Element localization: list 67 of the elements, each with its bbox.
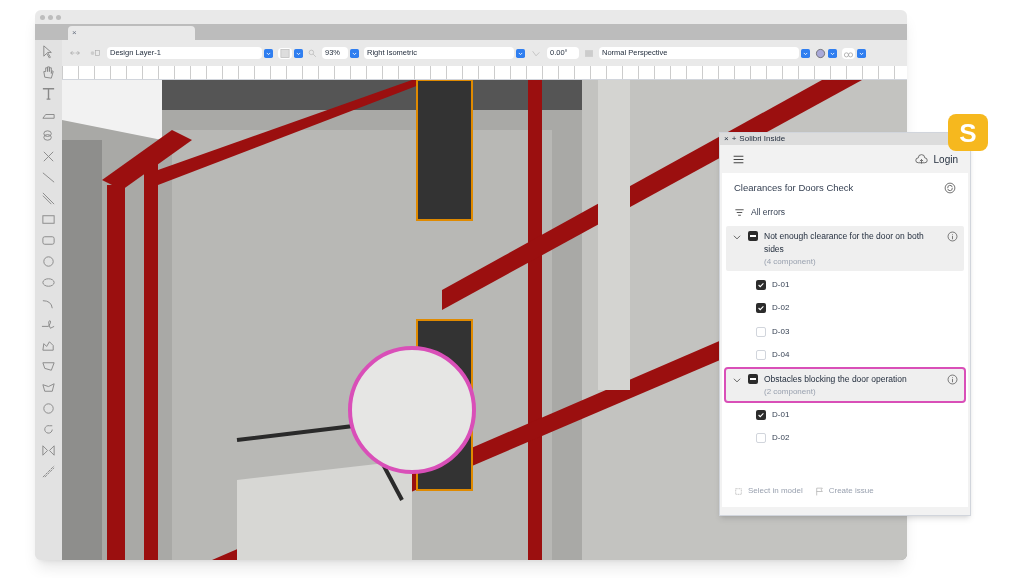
component-label: D-03 <box>772 325 790 338</box>
layers-icon[interactable] <box>88 48 102 58</box>
dropdown-caret-icon[interactable] <box>857 48 866 58</box>
ellipse-icon[interactable] <box>41 275 56 290</box>
refresh-icon[interactable] <box>944 182 956 195</box>
panel-title: Solibri Inside <box>739 135 786 143</box>
hand-icon[interactable] <box>41 65 56 80</box>
checkbox[interactable] <box>756 303 766 314</box>
component-label: D-01 <box>772 278 790 291</box>
error-group-row[interactable]: Obstacles blocking the door operation (2 component) <box>726 369 964 401</box>
component-label: D-02 <box>772 432 790 445</box>
circle-icon[interactable] <box>41 401 56 416</box>
mirror-icon[interactable] <box>41 443 56 458</box>
circle-icon[interactable] <box>41 254 56 269</box>
component-count: (2 component) <box>764 386 817 397</box>
split-line-icon[interactable] <box>41 464 56 479</box>
chevron-icon[interactable] <box>732 375 742 385</box>
polygon-icon[interactable] <box>41 359 56 374</box>
dropdown-caret-icon[interactable] <box>264 48 273 58</box>
filter-label[interactable]: All errors <box>751 206 785 219</box>
error-title: Obstacles blocking the door operation <box>764 373 908 386</box>
component-label: D-02 <box>772 302 790 315</box>
polyline-icon[interactable] <box>41 338 56 353</box>
document-tab[interactable]: × <box>68 26 195 40</box>
double-line-icon[interactable] <box>41 191 56 206</box>
checkbox[interactable] <box>756 409 766 420</box>
angle-icon <box>530 48 542 58</box>
zoom-icon <box>308 48 317 58</box>
checkbox[interactable] <box>756 279 766 290</box>
chevron-icon[interactable] <box>732 232 742 242</box>
line-icon[interactable] <box>41 170 56 185</box>
flag-icon <box>814 486 824 496</box>
app-logo: S <box>948 114 988 151</box>
close-panel-icon[interactable]: × <box>724 135 729 143</box>
glasses-icon[interactable] <box>842 47 855 59</box>
filter-icon[interactable] <box>734 207 745 219</box>
component-label: D-04 <box>772 349 790 362</box>
selection-icon <box>734 486 743 496</box>
dropdown-caret-icon[interactable] <box>350 48 359 58</box>
component-count: (4 component) <box>764 256 817 267</box>
rounded-rectangle-icon[interactable] <box>41 233 56 248</box>
dropdown-caret-icon[interactable] <box>801 48 810 58</box>
checkbox[interactable] <box>756 350 766 361</box>
error-title: Not enough clearance for the door on both sides <box>764 230 925 256</box>
component-label: D-01 <box>772 408 790 421</box>
rectangle-icon[interactable] <box>41 212 56 227</box>
dropdown-caret-icon[interactable] <box>294 48 303 58</box>
checkbox[interactable] <box>756 326 766 337</box>
back-forward-icon[interactable] <box>67 48 83 58</box>
text-icon[interactable] <box>41 86 56 101</box>
close-tab-icon[interactable]: × <box>72 29 77 37</box>
error-group-row[interactable]: Not enough clearance for the door on both sides (4 component) <box>726 226 964 271</box>
partial-checkbox[interactable] <box>748 374 758 384</box>
check-title: Clearances for Doors Check <box>734 181 854 195</box>
checkbox[interactable] <box>756 433 766 444</box>
info-icon[interactable] <box>947 231 958 242</box>
cloud-icon <box>914 152 928 166</box>
dropdown-caret-icon[interactable] <box>516 48 525 58</box>
login-button[interactable]: Login <box>914 151 958 167</box>
rotate-icon[interactable] <box>41 422 56 437</box>
dropdown-caret-icon[interactable] <box>828 48 837 58</box>
add-icon[interactable]: + <box>731 135 737 143</box>
info-icon[interactable] <box>947 374 958 385</box>
partial-checkbox[interactable] <box>748 231 758 241</box>
polygon-icon[interactable] <box>41 380 56 395</box>
freehand-icon[interactable] <box>41 317 56 332</box>
cross-icon[interactable] <box>41 149 56 164</box>
